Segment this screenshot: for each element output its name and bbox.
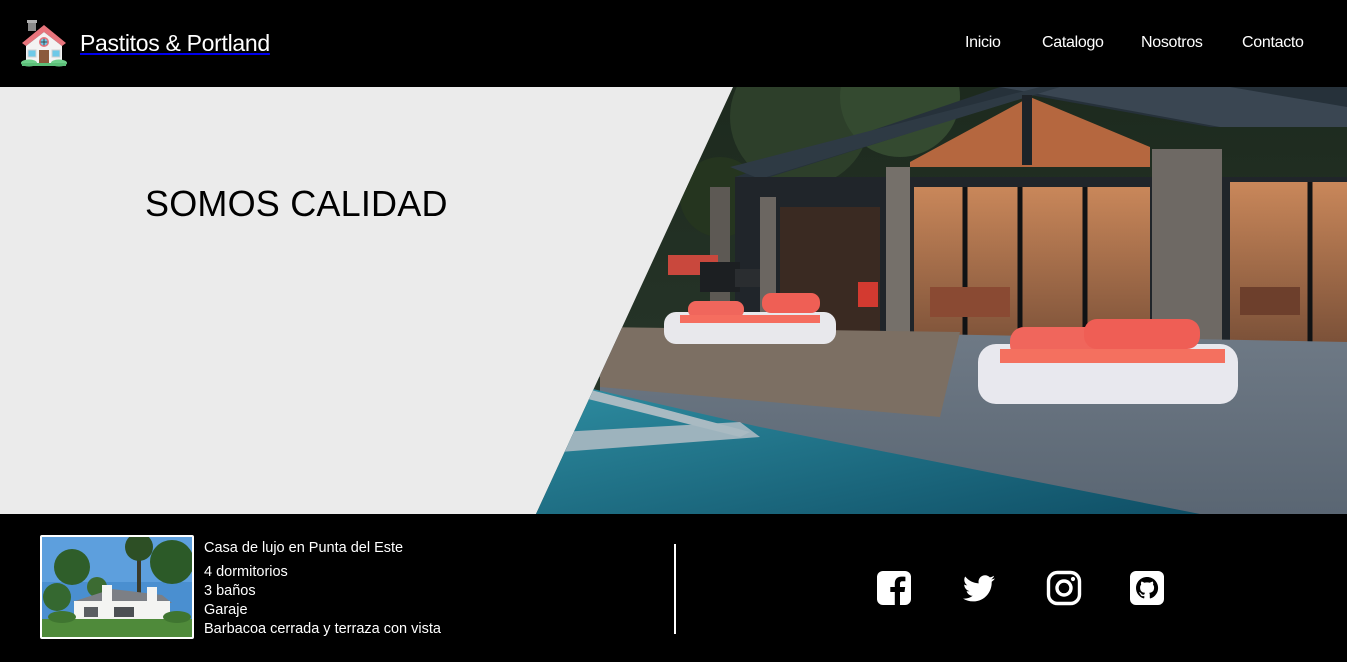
brand-name: Pastitos & Portland bbox=[80, 29, 270, 56]
twitter-icon bbox=[962, 575, 995, 602]
site-footer: Casa de lujo en Punta del Este 4 dormito… bbox=[0, 514, 1347, 662]
github-icon bbox=[1130, 571, 1164, 605]
property-details: Casa de lujo en Punta del Este 4 dormito… bbox=[204, 539, 441, 639]
property-feature: Barbacoa cerrada y terraza con vista bbox=[204, 621, 441, 637]
nav-link-inicio[interactable]: Inicio bbox=[965, 31, 1001, 55]
twitter-link[interactable] bbox=[961, 570, 997, 606]
hero-house-pool-image bbox=[536, 87, 1347, 514]
brand-link[interactable]: Pastitos & Portland bbox=[20, 18, 270, 68]
facebook-link[interactable] bbox=[876, 570, 912, 606]
github-link[interactable] bbox=[1129, 570, 1165, 606]
hero-title: SOMOS CALIDAD bbox=[145, 183, 448, 224]
facebook-icon bbox=[877, 571, 911, 605]
hero-banner: SOMOS CALIDAD bbox=[0, 87, 1347, 514]
nav-link-nosotros[interactable]: Nosotros bbox=[1141, 31, 1203, 55]
house-icon bbox=[21, 20, 67, 67]
instagram-icon bbox=[1046, 570, 1082, 606]
property-thumbnail[interactable] bbox=[40, 535, 194, 639]
footer-divider bbox=[674, 544, 676, 634]
property-title: Casa de lujo en Punta del Este bbox=[204, 540, 404, 556]
instagram-link[interactable] bbox=[1046, 570, 1082, 606]
property-photo bbox=[42, 537, 192, 637]
nav-link-catalogo[interactable]: Catalogo bbox=[1042, 31, 1104, 55]
property-feature: 4 dormitorios bbox=[204, 564, 288, 580]
property-feature: Garaje bbox=[204, 602, 248, 618]
site-header: Pastitos & Portland Inicio Catalogo Noso… bbox=[0, 0, 1347, 87]
property-feature: 3 baños bbox=[204, 583, 256, 599]
nav-link-contacto[interactable]: Contacto bbox=[1242, 31, 1304, 55]
